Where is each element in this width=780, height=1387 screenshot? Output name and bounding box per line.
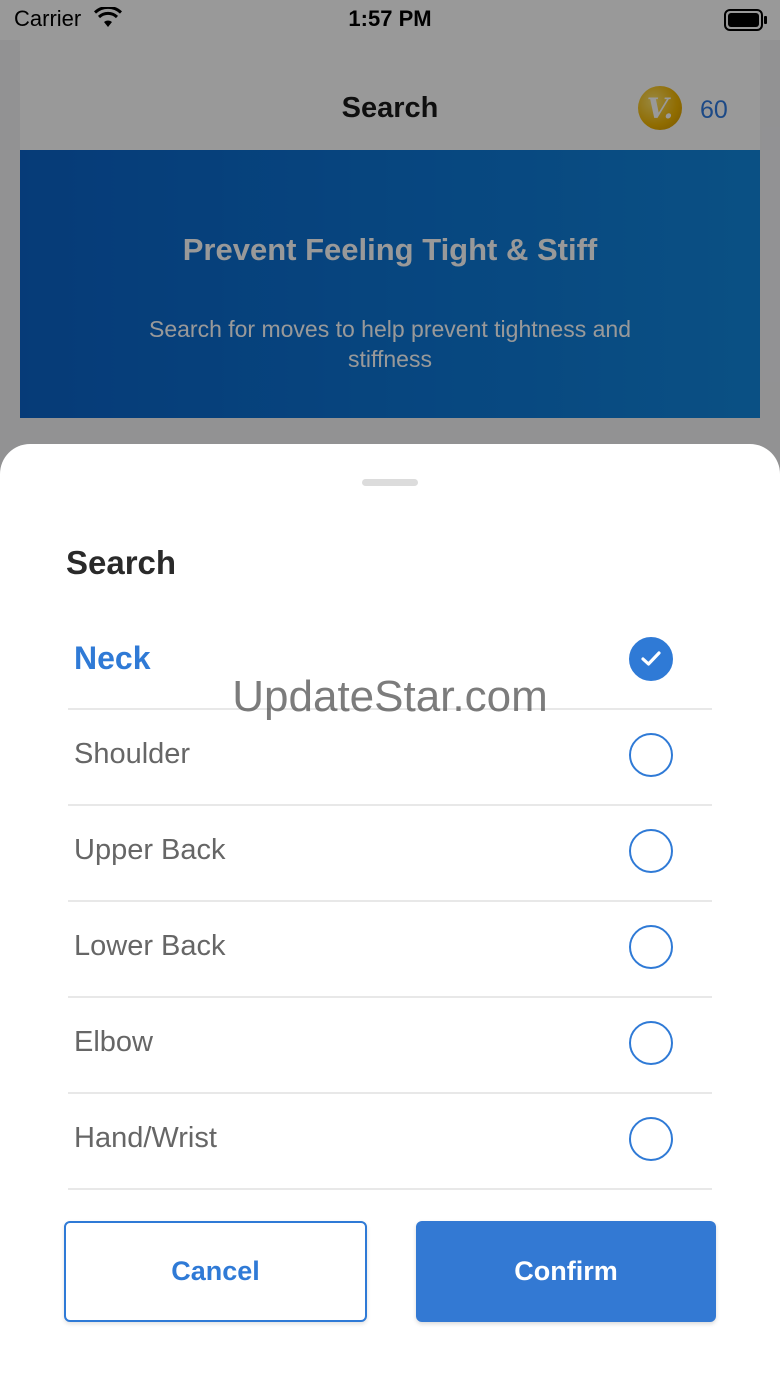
option-list: Neck Shoulder Upper Back Lower Back Elbo… — [68, 614, 712, 1190]
radio-circle-icon[interactable] — [629, 1117, 673, 1161]
option-label: Elbow — [74, 1026, 153, 1058]
search-sheet: Search Neck Shoulder Upper Back Lower Ba… — [0, 444, 780, 1387]
checkmark-icon[interactable] — [629, 637, 673, 681]
radio-circle-icon[interactable] — [629, 925, 673, 969]
option-label: Neck — [74, 640, 151, 676]
option-hand-wrist[interactable]: Hand/Wrist — [68, 1094, 712, 1190]
option-label: Lower Back — [74, 930, 226, 962]
radio-circle-icon[interactable] — [629, 733, 673, 777]
sheet-grabber[interactable] — [362, 479, 418, 486]
radio-circle-icon[interactable] — [629, 1021, 673, 1065]
option-shoulder[interactable]: Shoulder — [68, 710, 712, 806]
option-label: Hand/Wrist — [74, 1122, 217, 1154]
option-neck[interactable]: Neck — [68, 614, 712, 710]
option-upper-back[interactable]: Upper Back — [68, 806, 712, 902]
option-label: Shoulder — [74, 738, 191, 770]
option-elbow[interactable]: Elbow — [68, 998, 712, 1094]
sheet-title: Search — [66, 544, 177, 581]
option-label: Upper Back — [74, 834, 226, 866]
radio-circle-icon[interactable] — [629, 829, 673, 873]
confirm-button[interactable]: Confirm — [416, 1221, 716, 1322]
option-lower-back[interactable]: Lower Back — [68, 902, 712, 998]
cancel-button[interactable]: Cancel — [64, 1221, 367, 1322]
